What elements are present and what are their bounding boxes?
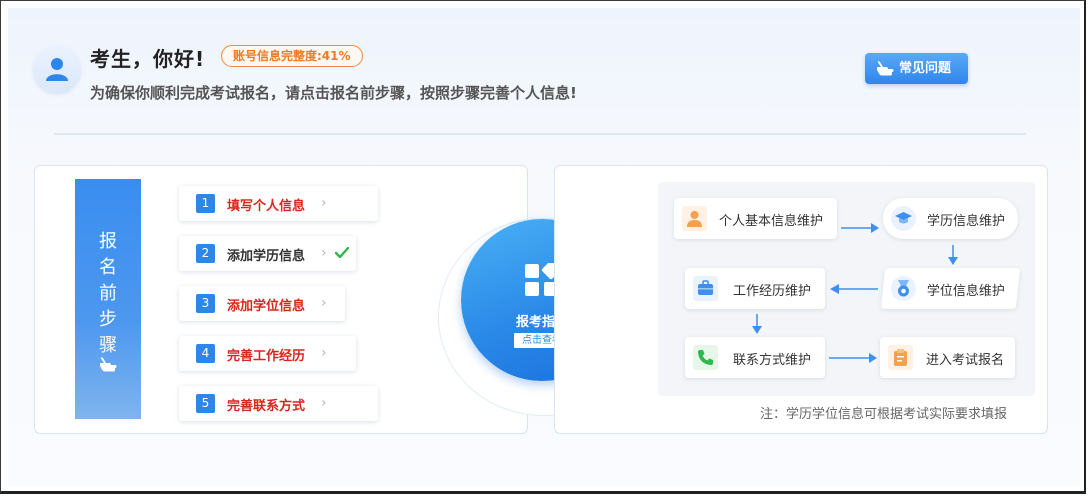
chevron-right-icon: › bbox=[321, 195, 327, 211]
step-label: 完善工作经历 bbox=[227, 349, 306, 364]
user-icon bbox=[46, 58, 68, 81]
pointing-hand-icon bbox=[100, 357, 117, 372]
arrow-right-icon bbox=[841, 223, 879, 233]
arrow-right-icon bbox=[829, 353, 877, 363]
flow-node-education[interactable]: 学历信息维护 bbox=[883, 198, 1018, 239]
chevron-right-icon: › bbox=[321, 395, 327, 411]
check-icon bbox=[335, 247, 349, 258]
step-number: 1 bbox=[196, 194, 215, 213]
medal-icon bbox=[891, 276, 916, 301]
flow-node-enter-registration[interactable]: 进入考试报名 bbox=[880, 337, 1015, 378]
step-4-complete-work-history[interactable]: 4 完善工作经历 › bbox=[179, 336, 356, 371]
header-divider bbox=[54, 133, 1026, 135]
steps-vertical-banner: 报名前步骤 bbox=[75, 179, 141, 419]
pointing-hand-icon bbox=[877, 61, 894, 76]
faq-button[interactable]: 常见问题 bbox=[865, 53, 968, 84]
greeting-title: 考生，你好! bbox=[90, 47, 206, 71]
flow-node-personal-info[interactable]: 个人基本信息维护 bbox=[674, 198, 837, 239]
person-icon bbox=[682, 206, 707, 231]
step-3-add-degree[interactable]: 3 添加学位信息 › bbox=[179, 286, 345, 321]
flow-footnote: 注：学历学位信息可根据考试实际要求填报 bbox=[760, 407, 1008, 422]
arrow-down-icon bbox=[752, 314, 762, 334]
step-label: 填写个人信息 bbox=[227, 199, 306, 214]
flow-node-label: 联系方式维护 bbox=[733, 353, 812, 368]
step-5-complete-contact[interactable]: 5 完善联系方式 › bbox=[179, 386, 378, 421]
flow-node-label: 个人基本信息维护 bbox=[719, 214, 824, 229]
step-number: 4 bbox=[196, 344, 215, 363]
flow-node-contact[interactable]: 联系方式维护 bbox=[685, 337, 825, 378]
faq-button-label: 常见问题 bbox=[899, 61, 952, 76]
chevron-right-icon: › bbox=[321, 245, 327, 261]
step-label: 完善联系方式 bbox=[227, 399, 306, 414]
flow-node-label: 学历信息维护 bbox=[927, 214, 1006, 229]
arrow-down-icon bbox=[948, 245, 958, 265]
flow-node-label: 进入考试报名 bbox=[926, 353, 1005, 368]
chevron-right-icon: › bbox=[321, 295, 327, 311]
flow-node-label: 工作经历维护 bbox=[733, 284, 812, 299]
step-number: 5 bbox=[196, 394, 215, 413]
graduation-cap-icon bbox=[891, 206, 916, 231]
user-avatar bbox=[34, 46, 80, 92]
chevron-right-icon: › bbox=[321, 345, 327, 361]
phone-icon bbox=[693, 345, 718, 370]
account-completeness-badge: 账号信息完整度:41% bbox=[221, 45, 363, 67]
flow-node-degree[interactable]: 学位信息维护 bbox=[880, 268, 1021, 309]
step-label: 添加学历信息 bbox=[227, 249, 306, 264]
step-label: 添加学位信息 bbox=[227, 299, 306, 314]
step-number: 3 bbox=[196, 294, 215, 313]
step-1-fill-personal-info[interactable]: 1 填写个人信息 › bbox=[179, 186, 378, 221]
briefcase-icon bbox=[693, 276, 718, 301]
steps-banner-text: 报名前步骤 bbox=[99, 231, 117, 356]
clipboard-icon bbox=[888, 345, 913, 370]
instruction-subtitle: 为确保你顺利完成考试报名，请点击报名前步骤，按照步骤完善个人信息! bbox=[90, 84, 577, 102]
flow-node-label: 学位信息维护 bbox=[926, 284, 1005, 299]
step-2-add-education[interactable]: 2 添加学历信息 › bbox=[179, 236, 356, 271]
flow-node-work-history[interactable]: 工作经历维护 bbox=[685, 268, 825, 309]
step-number: 2 bbox=[196, 244, 215, 263]
arrow-left-icon bbox=[830, 284, 878, 294]
